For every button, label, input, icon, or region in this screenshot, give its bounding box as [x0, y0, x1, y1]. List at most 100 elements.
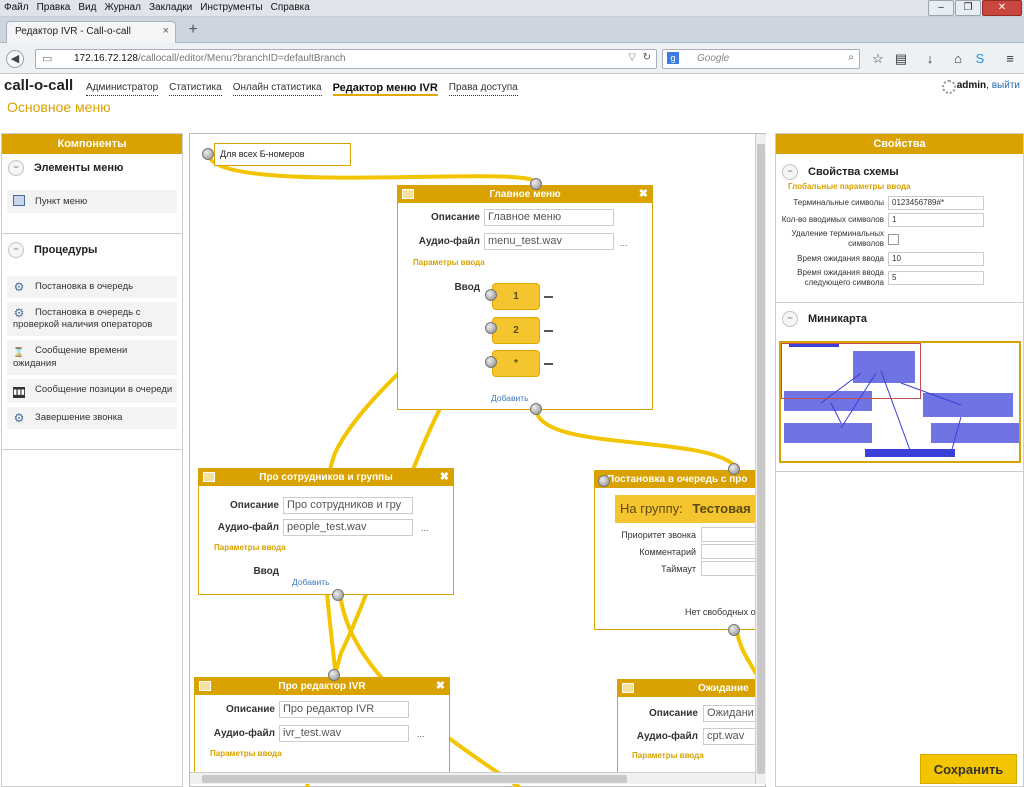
save-button[interactable]: Сохранить: [920, 754, 1017, 784]
nav-admin[interactable]: Администратор: [86, 82, 159, 96]
input-params-link[interactable]: Параметры ввода: [413, 258, 485, 267]
node-header[interactable]: Главное меню ✖: [398, 186, 652, 203]
node-header[interactable]: Про редактор IVR ✖: [195, 678, 449, 695]
port[interactable]: [485, 289, 497, 301]
minimap-header[interactable]: − Миникарта: [776, 305, 1023, 333]
menu-elements-header[interactable]: − Элементы меню: [2, 154, 182, 182]
input-params-link[interactable]: Параметры ввода: [210, 749, 282, 758]
skype-icon[interactable]: S: [972, 51, 988, 67]
port[interactable]: [328, 669, 340, 681]
key-1[interactable]: 1: [492, 283, 540, 310]
horizontal-scrollbar[interactable]: [190, 772, 755, 784]
menu-edit[interactable]: Правка: [33, 0, 75, 13]
browse-dots[interactable]: ...: [620, 238, 628, 248]
node-queue[interactable]: Постановка в очередь с про На группу: Те…: [594, 470, 761, 630]
close-icon[interactable]: ✖: [440, 469, 449, 486]
queue-group-box[interactable]: На группу: Тестовая: [615, 495, 757, 523]
browser-tab[interactable]: Редактор IVR - Call-o-call ×: [6, 21, 176, 43]
desc-input[interactable]: Главное меню: [484, 209, 614, 226]
node-header[interactable]: Ожидание: [618, 680, 757, 697]
address-bar[interactable]: ▭ 172.16.72.128/callocall/editor/Menu?br…: [35, 49, 657, 69]
minimap-viewport[interactable]: [781, 343, 921, 399]
back-icon[interactable]: ◀: [6, 50, 24, 68]
logout-link[interactable]: выйти: [992, 80, 1020, 91]
delete-terminal-checkbox[interactable]: [888, 233, 899, 245]
key-2[interactable]: 2: [492, 317, 540, 344]
audio-input[interactable]: menu_test.wav: [484, 233, 614, 250]
node-header[interactable]: Про сотрудников и группы ✖: [199, 469, 453, 486]
audio-input[interactable]: ivr_test.wav: [279, 725, 409, 742]
browse-dots[interactable]: ...: [421, 523, 429, 533]
port[interactable]: [728, 463, 740, 475]
nav-statistics[interactable]: Статистика: [169, 82, 222, 96]
port[interactable]: [485, 322, 497, 334]
reload-icon[interactable]: ↻: [643, 52, 651, 63]
key-star[interactable]: *: [492, 350, 540, 377]
input-timeout-input[interactable]: 10: [888, 251, 984, 266]
node-employees[interactable]: Про сотрудников и группы ✖ Описание Про …: [198, 468, 454, 595]
audio-input[interactable]: cpt.wav: [703, 728, 758, 745]
desc-input[interactable]: Ожидани: [703, 705, 758, 722]
terminal-symbols-input[interactable]: 0123456789#*: [888, 195, 984, 210]
vertical-scrollbar[interactable]: [755, 134, 766, 784]
hamburger-menu-icon[interactable]: ≡: [1002, 51, 1018, 67]
download-icon[interactable]: ↓: [922, 51, 938, 67]
port[interactable]: [530, 178, 542, 190]
browse-dots[interactable]: ...: [417, 729, 425, 739]
component-queue-check-operators[interactable]: ⚙ Постановка в очередь с проверкой наличи…: [7, 302, 177, 336]
port[interactable]: [598, 475, 610, 487]
node-ivr-editor[interactable]: Про редактор IVR ✖ Описание Про редактор…: [194, 677, 450, 777]
add-link[interactable]: Добавить: [292, 577, 330, 587]
search-box[interactable]: g Google ⌕: [662, 49, 860, 69]
close-window-icon[interactable]: ✕: [982, 0, 1022, 16]
minimap[interactable]: [779, 341, 1021, 463]
port[interactable]: [332, 589, 344, 601]
timeout-input[interactable]: [701, 561, 761, 576]
collapse-toggle-icon[interactable]: −: [782, 164, 798, 180]
collapse-toggle-icon[interactable]: −: [8, 242, 24, 258]
port[interactable]: [728, 624, 740, 636]
next-symbol-timeout-input[interactable]: 5: [888, 271, 984, 285]
component-end-call[interactable]: ⚙ Завершение звонка: [7, 407, 177, 429]
menu-tools[interactable]: Инструменты: [196, 0, 266, 13]
minimize-icon[interactable]: –: [928, 0, 954, 16]
menu-help[interactable]: Справка: [267, 0, 314, 13]
menu-view[interactable]: Вид: [74, 0, 100, 13]
settings-gear-icon[interactable]: [942, 80, 956, 94]
comment-input[interactable]: [701, 544, 761, 559]
component-wait-time-message[interactable]: ⌛ Сообщение времени ожидания: [7, 340, 177, 375]
node-waiting[interactable]: Ожидание Описание Ожидани Аудио-файл cpt…: [617, 679, 758, 772]
clipboard-icon[interactable]: ▤: [893, 51, 909, 67]
close-icon[interactable]: ✖: [436, 678, 445, 695]
nav-ivr-editor[interactable]: Редактор меню IVR: [332, 82, 438, 96]
audio-input[interactable]: people_test.wav: [283, 519, 413, 536]
input-params-link[interactable]: Параметры ввода: [632, 751, 704, 760]
port[interactable]: [530, 403, 542, 415]
procedures-header[interactable]: − Процедуры: [2, 236, 182, 264]
restore-icon[interactable]: ❐: [955, 0, 981, 16]
nav-access-rights[interactable]: Права доступа: [448, 82, 518, 96]
port[interactable]: [202, 148, 214, 160]
close-icon[interactable]: ✖: [639, 186, 648, 203]
tab-close-icon[interactable]: ×: [163, 25, 169, 37]
scrollbar-thumb[interactable]: [757, 144, 765, 774]
search-icon[interactable]: ⌕: [848, 52, 854, 63]
priority-input[interactable]: [701, 527, 761, 542]
input-params-link[interactable]: Параметры ввода: [214, 543, 286, 552]
desc-input[interactable]: Про сотрудников и гру: [283, 497, 413, 514]
component-queue[interactable]: ⚙ Постановка в очередь: [7, 276, 177, 298]
start-node[interactable]: Для всех Б-номеров: [214, 143, 351, 166]
component-menu-item[interactable]: Пункт меню: [7, 190, 177, 213]
component-queue-position-message[interactable]: ▮▮▮ Сообщение позиции в очереди: [7, 379, 177, 403]
menu-file[interactable]: Файл: [0, 0, 33, 13]
scrollbar-thumb[interactable]: [202, 775, 627, 783]
node-main-menu[interactable]: Главное меню ✖ Описание Главное меню Ауд…: [397, 185, 653, 410]
home-icon[interactable]: ⌂: [950, 51, 966, 67]
menu-history[interactable]: Журнал: [100, 0, 145, 13]
collapse-toggle-icon[interactable]: −: [782, 311, 798, 327]
input-count-input[interactable]: 1: [888, 212, 984, 227]
dropdown-icon[interactable]: ▽: [628, 52, 636, 63]
nav-online-statistics[interactable]: Онлайн статистика: [232, 82, 322, 96]
port[interactable]: [485, 356, 497, 368]
add-link[interactable]: Добавить: [491, 393, 529, 403]
